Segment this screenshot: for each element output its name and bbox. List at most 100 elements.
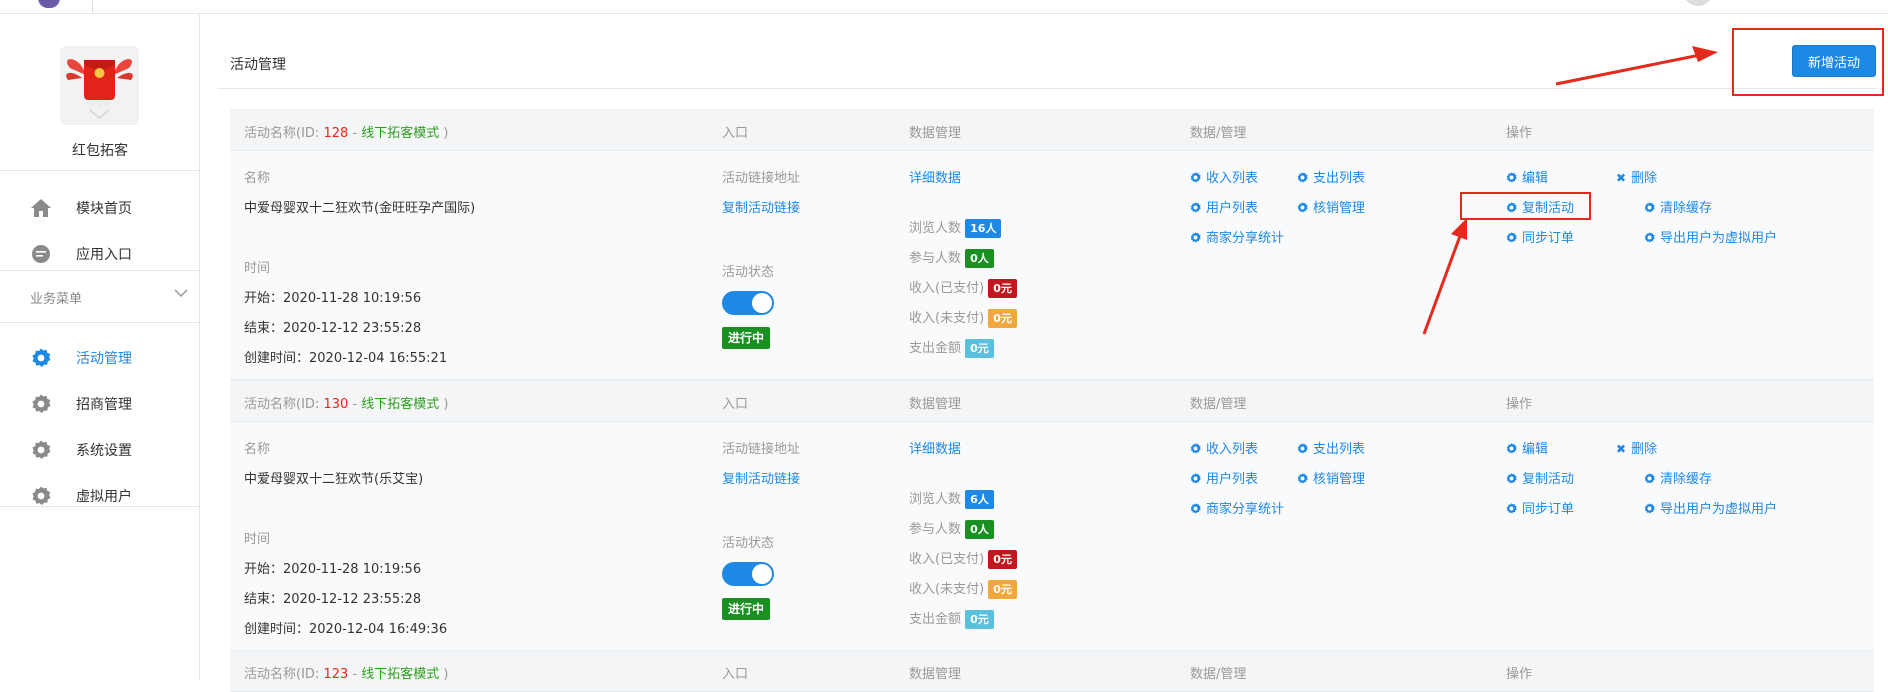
nav-item-label: 招商管理 [76, 397, 132, 413]
clear-cache-link[interactable]: 清除缓存 [1644, 197, 1712, 216]
edit-link[interactable]: 编辑 [1506, 438, 1548, 457]
col-entry: 入口 [722, 667, 749, 682]
gear-icon [1297, 202, 1308, 213]
expense-list-link[interactable]: 支出列表 [1297, 438, 1365, 457]
nav-item-label: 活动管理 [76, 351, 132, 367]
views-stat: 浏览人数 6人 [909, 488, 994, 509]
income-paid-stat: 收入(已支付) 0元 [909, 548, 1017, 569]
activity-header: 活动名称(ID: 123 - 线下拓客模式 ) 入口 数据管理 数据/管理 操作 [230, 650, 1874, 692]
sync-order-link[interactable]: 同步订单 [1506, 227, 1574, 246]
main-content: 活动管理 新增活动 活动名称(ID: 128 - 线下拓客模式 ) 入口 数据管… [200, 14, 1888, 692]
participants-badge: 0人 [965, 249, 994, 268]
start-time: 开始：2020-11-28 10:19:56 [244, 291, 422, 306]
gear-icon [1644, 503, 1655, 514]
copy-activity-link[interactable]: 复制活动 [1506, 468, 1574, 487]
sync-order-link[interactable]: 同步订单 [1506, 498, 1574, 517]
page-title: 活动管理 [230, 57, 286, 73]
participants-stat: 参与人数 0人 [909, 247, 994, 268]
clear-cache-link[interactable]: 清除缓存 [1644, 468, 1712, 487]
gear-icon [30, 347, 52, 369]
user-avatar[interactable] [1683, 0, 1713, 6]
status-badge: 进行中 [722, 598, 771, 620]
top-bar [0, 0, 1888, 14]
gear-icon [1190, 473, 1201, 484]
detail-data-link[interactable]: 详细数据 [909, 167, 961, 186]
verify-management-link[interactable]: 核销管理 [1297, 468, 1365, 487]
time-label: 时间 [244, 532, 271, 547]
detail-data-link[interactable]: 详细数据 [909, 438, 961, 457]
copy-link-button[interactable]: 复制活动链接 [722, 197, 800, 216]
nav-item-virtual-users[interactable]: 虚拟用户 [0, 474, 200, 518]
app-name: 红包拓客 [72, 143, 128, 159]
end-time: 结束：2020-12-12 23:55:28 [244, 592, 422, 607]
time-label: 时间 [244, 261, 271, 276]
income-unpaid-badge: 0元 [988, 309, 1017, 328]
expense-stat: 支出金额 0元 [909, 608, 994, 629]
gear-icon [1506, 232, 1517, 243]
gear-icon [1506, 172, 1517, 183]
gear-icon [30, 485, 52, 507]
copy-link-button[interactable]: 复制活动链接 [722, 468, 800, 487]
created-time: 创建时间：2020-12-04 16:55:21 [244, 351, 448, 366]
topbar-divider [92, 0, 93, 13]
activity-title: 活动名称(ID: 123 - 线下拓客模式 ) [244, 667, 449, 682]
nav-item-home[interactable]: 模块首页 [0, 186, 200, 230]
income-list-link[interactable]: 收入列表 [1190, 167, 1258, 186]
delete-link[interactable]: ✖ 删除 [1616, 167, 1657, 186]
copy-activity-link[interactable]: 复制活动 [1506, 197, 1574, 216]
expense-badge: 0元 [965, 610, 994, 629]
sidebar-divider [0, 170, 200, 171]
activity-header: 活动名称(ID: 128 - 线下拓客模式 ) 入口 数据管理 数据/管理 操作 [230, 109, 1874, 151]
chat-icon [30, 243, 52, 265]
link-address-label: 活动链接地址 [722, 171, 801, 186]
delete-link[interactable]: ✖ 删除 [1616, 438, 1657, 457]
gear-icon [30, 393, 52, 415]
verify-management-link[interactable]: 核销管理 [1297, 197, 1365, 216]
sidebar: 红包拓客 模块首页 应用入口 业务菜单 活动管理 招商管理 系统设置 虚拟用户 [0, 14, 200, 680]
col-ops: 操作 [1506, 126, 1533, 141]
nav-item-merchant-management[interactable]: 招商管理 [0, 382, 200, 426]
nav-item-system-settings[interactable]: 系统设置 [0, 428, 200, 472]
nav-item-label: 模块首页 [76, 201, 132, 217]
start-time: 开始：2020-11-28 10:19:56 [244, 562, 422, 577]
nav-item-label: 虚拟用户 [76, 489, 132, 505]
edit-link[interactable]: 编辑 [1506, 167, 1548, 186]
activity-body: 名称 中爱母婴双十二狂欢节(金旺旺孕产国际) 时间 开始：2020-11-28 … [230, 151, 1874, 380]
gear-icon [1506, 473, 1517, 484]
income-unpaid-stat: 收入(未支付) 0元 [909, 307, 1017, 328]
nav-item-activity-management[interactable]: 活动管理 [0, 336, 200, 380]
end-time: 结束：2020-12-12 23:55:28 [244, 321, 422, 336]
chevron-down-icon[interactable] [174, 286, 188, 302]
col-data-management: 数据管理 [909, 126, 962, 141]
gear-icon [1506, 503, 1517, 514]
gear-icon [1644, 473, 1655, 484]
sidebar-divider [0, 270, 200, 271]
activity-header: 活动名称(ID: 130 - 线下拓客模式 ) 入口 数据管理 数据/管理 操作 [230, 380, 1874, 422]
gear-icon [1506, 202, 1517, 213]
merchant-share-link[interactable]: 商家分享统计 [1190, 227, 1284, 246]
gear-icon [1644, 232, 1655, 243]
status-toggle[interactable] [722, 562, 774, 586]
name-label: 名称 [244, 171, 271, 186]
activity-name: 中爱母婴双十二狂欢节(金旺旺孕产国际) [244, 201, 476, 216]
views-badge: 6人 [965, 490, 994, 509]
expense-list-link[interactable]: 支出列表 [1297, 167, 1365, 186]
gear-icon [1190, 503, 1201, 514]
activity-title: 活动名称(ID: 130 - 线下拓客模式 ) [244, 397, 449, 412]
views-badge: 16人 [965, 219, 1002, 238]
export-virtual-users-link[interactable]: 导出用户为虚拟用户 [1644, 498, 1777, 517]
close-icon: ✖ [1616, 442, 1627, 456]
export-virtual-users-link[interactable]: 导出用户为虚拟用户 [1644, 227, 1777, 246]
status-toggle[interactable] [722, 291, 774, 315]
gear-icon [1190, 443, 1201, 454]
nav-item-label: 系统设置 [76, 443, 132, 459]
merchant-share-link[interactable]: 商家分享统计 [1190, 498, 1284, 517]
add-activity-button[interactable]: 新增活动 [1792, 45, 1876, 77]
created-time: 创建时间：2020-12-04 16:49:36 [244, 622, 448, 637]
gear-icon [1297, 172, 1308, 183]
income-list-link[interactable]: 收入列表 [1190, 438, 1258, 457]
col-entry: 入口 [722, 126, 749, 141]
user-list-link[interactable]: 用户列表 [1190, 468, 1258, 487]
expense-stat: 支出金额 0元 [909, 337, 994, 358]
user-list-link[interactable]: 用户列表 [1190, 197, 1258, 216]
